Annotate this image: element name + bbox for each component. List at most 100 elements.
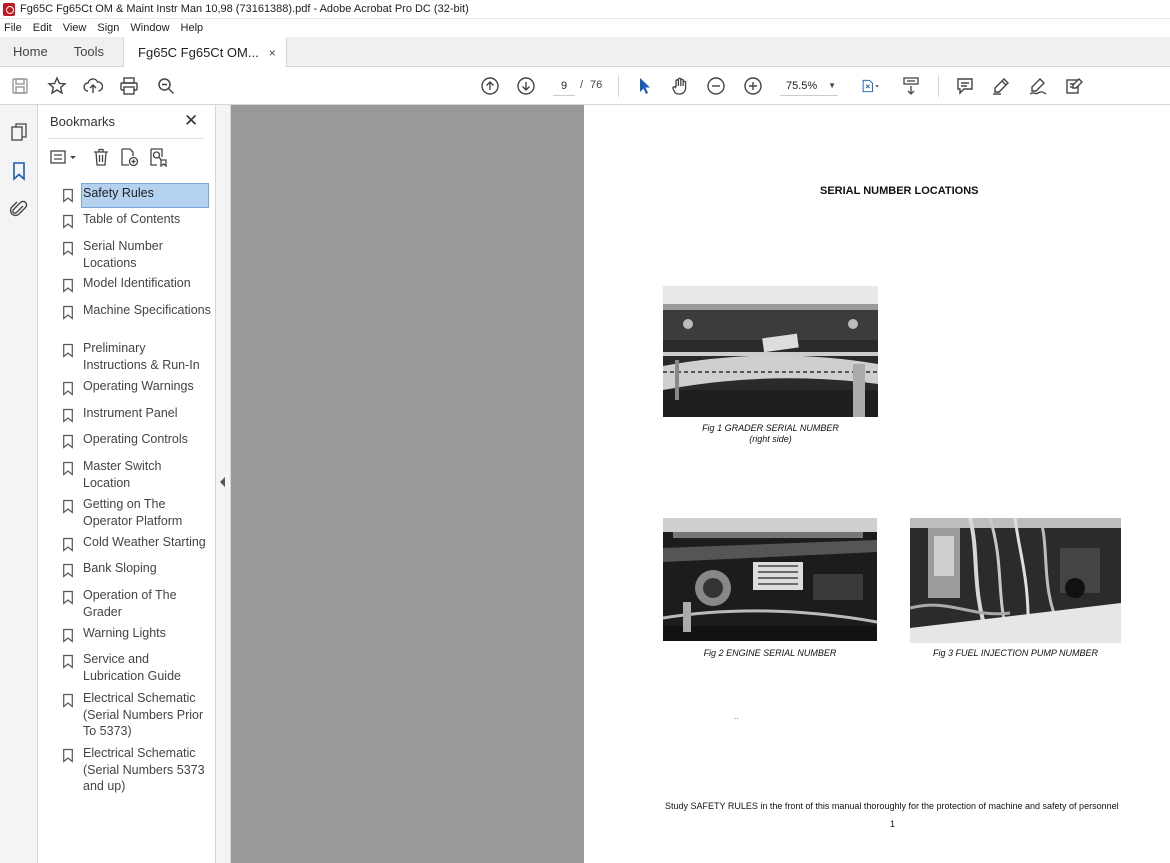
bookmark-star-icon[interactable]: [46, 75, 68, 97]
menu-file[interactable]: File: [4, 22, 22, 34]
bookmark-item[interactable]: Cold Weather Starting: [62, 534, 214, 555]
fill-sign-icon[interactable]: [1063, 75, 1085, 97]
bookmark-item[interactable]: Operating Controls: [62, 431, 214, 452]
collapse-arrow-icon[interactable]: [220, 477, 225, 487]
save-icon[interactable]: [9, 75, 31, 97]
upload-icon[interactable]: [82, 75, 104, 97]
hand-icon[interactable]: [669, 75, 691, 97]
bookmark-item[interactable]: Electrical Schematic (Serial Numbers Pri…: [62, 690, 214, 740]
bookmark-item[interactable]: Operating Warnings: [62, 378, 214, 399]
bookmark-label: Warning Lights: [83, 626, 166, 640]
tab-document[interactable]: Fg65C Fg65Ct OM... ×: [123, 37, 287, 68]
sign-icon[interactable]: [1027, 75, 1049, 97]
bookmark-icon: [62, 305, 76, 323]
tab-home[interactable]: Home: [0, 37, 61, 66]
bookmark-item[interactable]: Operation of The Grader: [62, 587, 214, 620]
toolbar-divider: [618, 75, 619, 97]
select-cursor-icon[interactable]: [633, 75, 655, 97]
bookmark-item[interactable]: Table of Contents: [62, 211, 214, 232]
bookmark-item[interactable]: Model Identification: [62, 275, 214, 296]
engine-serial-photo: [663, 518, 877, 641]
bookmark-item[interactable]: Master Switch Location: [62, 458, 214, 491]
page-number-input[interactable]: [553, 76, 575, 96]
zoom-select[interactable]: 75.5% ▼: [780, 76, 838, 96]
delete-icon[interactable]: [91, 146, 111, 168]
zoom-value: 75.5%: [786, 79, 818, 92]
page-display-icon[interactable]: [857, 75, 885, 97]
new-bookmark-icon[interactable]: [119, 146, 139, 168]
bookmark-item[interactable]: Safety Rules: [62, 183, 214, 208]
find-bookmark-icon[interactable]: [148, 146, 168, 168]
page-separator: /: [580, 79, 584, 91]
bookmark-label: Electrical Schematic (Serial Numbers 537…: [83, 746, 205, 793]
menu-sign[interactable]: Sign: [97, 22, 119, 34]
fuel-pump-photo: [910, 518, 1121, 643]
find-icon[interactable]: [155, 75, 177, 97]
bookmarks-icon[interactable]: [8, 160, 30, 182]
bookmark-item[interactable]: Getting on The Operator Platform: [62, 496, 214, 529]
pdf-page: SERIAL NUMBER LOCATIONS Fig 1 GRADER SER…: [584, 105, 1170, 863]
bookmark-icon: [62, 434, 76, 452]
bookmark-item[interactable]: Preliminary Instructions & Run-In: [62, 340, 214, 373]
grader-serial-photo: [663, 286, 878, 417]
tab-close-icon[interactable]: ×: [269, 46, 276, 60]
bookmark-label: Operating Warnings: [83, 379, 194, 393]
bookmark-label: Preliminary Instructions & Run-In: [83, 341, 200, 372]
bookmarks-panel: Bookmarks ✕ Safety Rules Table of Content…: [38, 105, 216, 863]
bookmark-item[interactable]: Serial Number Locations: [62, 238, 214, 271]
bookmark-tools: [48, 145, 204, 169]
page-thumbnails-icon[interactable]: [8, 121, 30, 143]
page-down-icon[interactable]: [515, 75, 537, 97]
zoom-out-icon[interactable]: [705, 75, 727, 97]
title-bar: Fg65C Fg65Ct OM & Maint Instr Man 10,98 …: [0, 0, 1170, 19]
fig1-caption-line1: Fig 1 GRADER SERIAL NUMBER: [702, 423, 839, 433]
document-view[interactable]: SERIAL NUMBER LOCATIONS Fig 1 GRADER SER…: [231, 105, 1170, 863]
menu-help[interactable]: Help: [181, 22, 204, 34]
bookmark-label: Safety Rules: [81, 183, 209, 208]
attachments-icon[interactable]: [8, 198, 30, 220]
close-icon[interactable]: ✕: [184, 111, 198, 131]
bookmark-label: Cold Weather Starting: [83, 535, 206, 549]
comment-icon[interactable]: [954, 75, 976, 97]
bookmark-item[interactable]: Service and Lubrication Guide: [62, 651, 214, 684]
bookmark-label: Service and Lubrication Guide: [83, 652, 181, 683]
zoom-in-icon[interactable]: [742, 75, 764, 97]
chevron-down-icon: ▼: [828, 81, 836, 90]
bookmark-label: Machine Specifications: [83, 303, 211, 317]
menu-view[interactable]: View: [63, 22, 87, 34]
bookmark-item[interactable]: Warning Lights: [62, 625, 214, 646]
highlight-icon[interactable]: [990, 75, 1012, 97]
bookmark-item[interactable]: Machine Specifications: [62, 302, 214, 323]
panel-collapse-handle[interactable]: [216, 105, 231, 863]
print-icon[interactable]: [118, 75, 140, 97]
menu-window[interactable]: Window: [130, 22, 169, 34]
bookmark-icon: [62, 693, 76, 740]
bookmark-label: Model Identification: [83, 276, 191, 290]
bookmark-item[interactable]: Instrument Panel: [62, 405, 214, 426]
bookmark-icon: [62, 563, 76, 581]
scroll-mode-icon[interactable]: [900, 75, 922, 97]
tab-document-label: Fg65C Fg65Ct OM...: [138, 45, 259, 60]
bookmark-icon: [62, 408, 76, 426]
bookmark-item[interactable]: Bank Sloping: [62, 560, 214, 581]
bookmark-label: Getting on The Operator Platform: [83, 497, 183, 528]
footer-note: Study SAFETY RULES in the front of this …: [665, 801, 1119, 811]
panel-title: Bookmarks: [50, 114, 116, 129]
bookmark-icon: [62, 381, 76, 399]
page-up-icon[interactable]: [479, 75, 501, 97]
bookmark-item[interactable]: Electrical Schematic (Serial Numbers 537…: [62, 745, 214, 795]
bookmark-label: Serial Number Locations: [83, 239, 163, 270]
bookmark-icon: [62, 461, 76, 491]
tab-bar: Home Tools Fg65C Fg65Ct OM... ×: [0, 37, 1170, 68]
page-heading: SERIAL NUMBER LOCATIONS: [820, 185, 979, 197]
scan-speck: ..: [734, 712, 739, 721]
options-menu-icon[interactable]: [50, 146, 78, 168]
acrobat-icon: [3, 2, 15, 16]
tab-tools[interactable]: Tools: [61, 37, 117, 66]
window-title: Fg65C Fg65Ct OM & Maint Instr Man 10,98 …: [20, 3, 469, 15]
toolbar: / 76 75.5% ▼: [0, 67, 1170, 105]
toolbar-divider: [938, 75, 939, 97]
menu-edit[interactable]: Edit: [33, 22, 52, 34]
bookmark-label: Electrical Schematic (Serial Numbers Pri…: [83, 691, 204, 738]
bookmark-label: Bank Sloping: [83, 561, 157, 575]
